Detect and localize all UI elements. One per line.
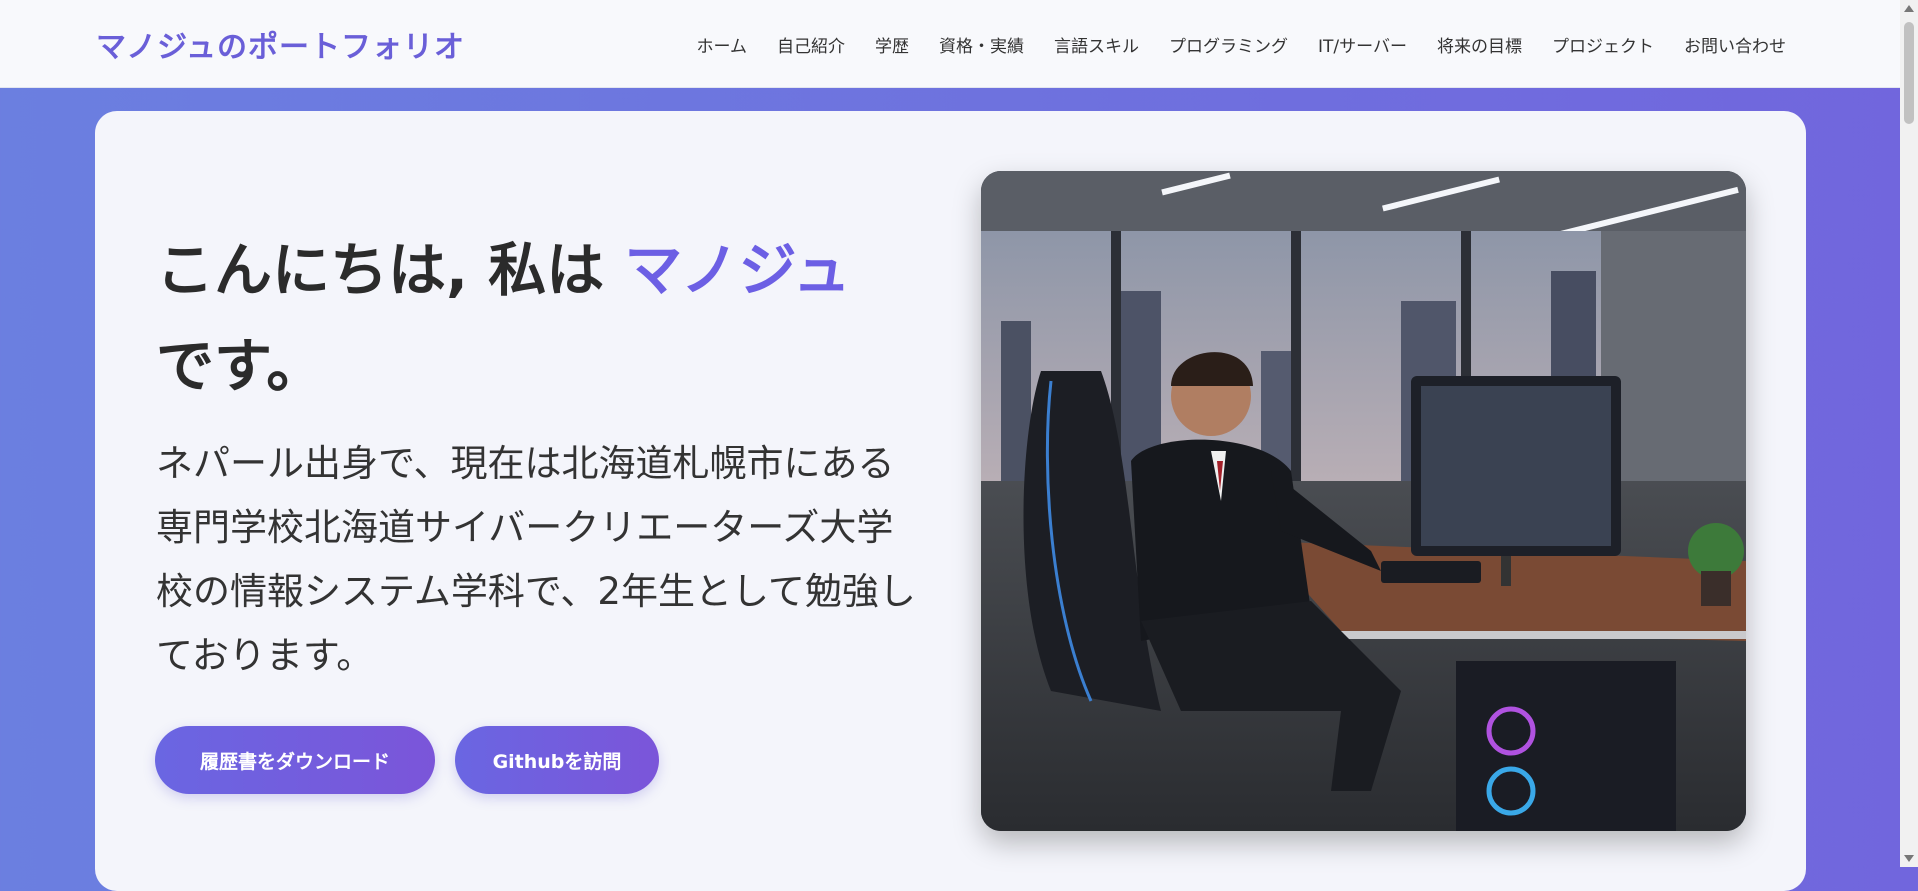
download-resume-button[interactable]: 履歴書をダウンロード: [155, 726, 435, 794]
nav-programming[interactable]: プログラミング: [1169, 32, 1288, 57]
hero-intro: ネパール出身で、現在は北海道札幌市にある専門学校北海道サイバークリエーターズ大学…: [156, 442, 916, 677]
greeting-name: マノジュ: [624, 236, 851, 304]
nav-future-goals[interactable]: 将来の目標: [1437, 32, 1522, 57]
visit-github-button[interactable]: Githubを訪問: [455, 726, 659, 794]
site-brand[interactable]: マノジュのポートフォリオ: [96, 22, 465, 66]
greeting-suffix: です。: [156, 332, 325, 400]
header: マノジュのポートフォリオ ホーム 自己紹介 学歴 資格・実績 言語スキル プログ…: [0, 0, 1900, 88]
nav-projects[interactable]: プロジェクト: [1552, 32, 1654, 57]
hero-greeting: こんにちは, 私は マノジュです。: [156, 222, 916, 414]
scroll-down-arrow-icon[interactable]: [1904, 855, 1914, 862]
nav-home[interactable]: ホーム: [697, 32, 748, 57]
nav-contact[interactable]: お問い合わせ: [1684, 32, 1786, 57]
nav-education[interactable]: 学歴: [875, 32, 909, 57]
nav-language-skills[interactable]: 言語スキル: [1054, 32, 1139, 57]
nav-about[interactable]: 自己紹介: [777, 32, 845, 57]
office-illustration: [981, 171, 1746, 831]
page-scrollbar[interactable]: [1900, 0, 1918, 867]
hero-photo: [981, 171, 1746, 831]
main-nav: ホーム 自己紹介 学歴 資格・実績 言語スキル プログラミング IT/サーバー …: [667, 32, 1786, 57]
scrollbar-thumb[interactable]: [1904, 22, 1914, 124]
nav-certifications[interactable]: 資格・実績: [939, 32, 1024, 57]
scroll-up-arrow-icon[interactable]: [1904, 5, 1914, 12]
greeting-prefix: こんにちは, 私は: [156, 236, 625, 304]
nav-it-server[interactable]: IT/サーバー: [1318, 32, 1407, 57]
